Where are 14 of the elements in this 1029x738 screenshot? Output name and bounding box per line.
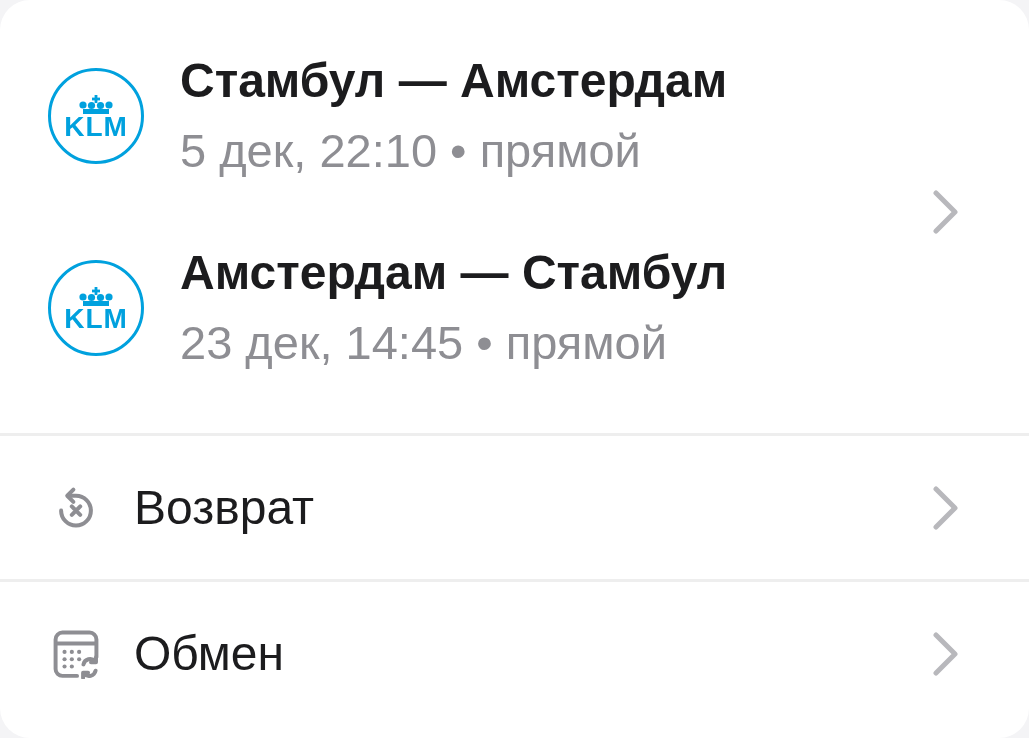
menu-item[interactable]: Обмен xyxy=(0,579,1029,725)
route-title: Амстердам — Стамбул xyxy=(180,244,728,301)
chevron-right-icon[interactable] xyxy=(933,189,959,234)
chevron-right-icon xyxy=(933,485,959,530)
calendar-refresh-icon xyxy=(51,628,101,679)
crown-icon xyxy=(77,94,115,115)
airline-code: KLM xyxy=(64,306,128,331)
route-title: Стамбул — Амстердам xyxy=(180,52,728,109)
flight-details: 23 дек, 14:45 • прямой xyxy=(180,314,668,371)
chevron-right-icon xyxy=(933,631,959,676)
crown-icon xyxy=(77,286,115,307)
flight-details: 5 дек, 22:10 • прямой xyxy=(180,122,642,179)
airline-code: KLM xyxy=(64,114,128,139)
menu-item[interactable]: Возврат xyxy=(0,433,1029,579)
